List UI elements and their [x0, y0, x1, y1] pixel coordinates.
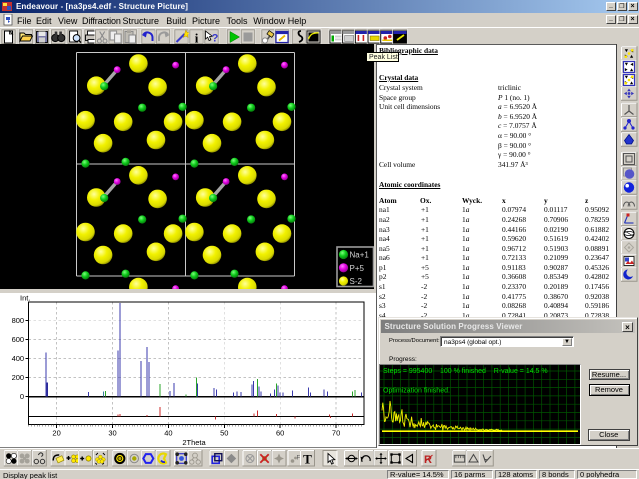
svg-text:800: 800: [12, 316, 25, 325]
svg-text:50: 50: [220, 429, 228, 438]
svg-text:2Theta: 2Theta: [182, 438, 206, 447]
svg-text:600: 600: [12, 335, 25, 344]
svg-text:30: 30: [108, 429, 116, 438]
svg-text:0: 0: [20, 392, 24, 401]
svg-text:P+5: P+5: [350, 264, 365, 273]
svg-text:20: 20: [52, 429, 60, 438]
svg-text:70: 70: [332, 429, 340, 438]
svg-text:S-2: S-2: [350, 277, 363, 286]
svg-text:Steps = 995400 100 % finish: Steps = 995400 100 % finished R-value = …: [383, 368, 548, 375]
svg-text:40: 40: [164, 429, 172, 438]
svg-text:400: 400: [12, 354, 25, 363]
svg-text:60: 60: [276, 429, 284, 438]
svg-text:i: i: [195, 30, 199, 45]
svg-text:Int.: Int.: [20, 294, 30, 303]
svg-text:200: 200: [12, 373, 25, 382]
svg-text:Na+1: Na+1: [350, 251, 370, 260]
svg-text:Optimization finished.: Optimization finished.: [383, 388, 450, 395]
svg-text:T: T: [303, 452, 312, 467]
svg-text:?: ?: [212, 32, 219, 44]
